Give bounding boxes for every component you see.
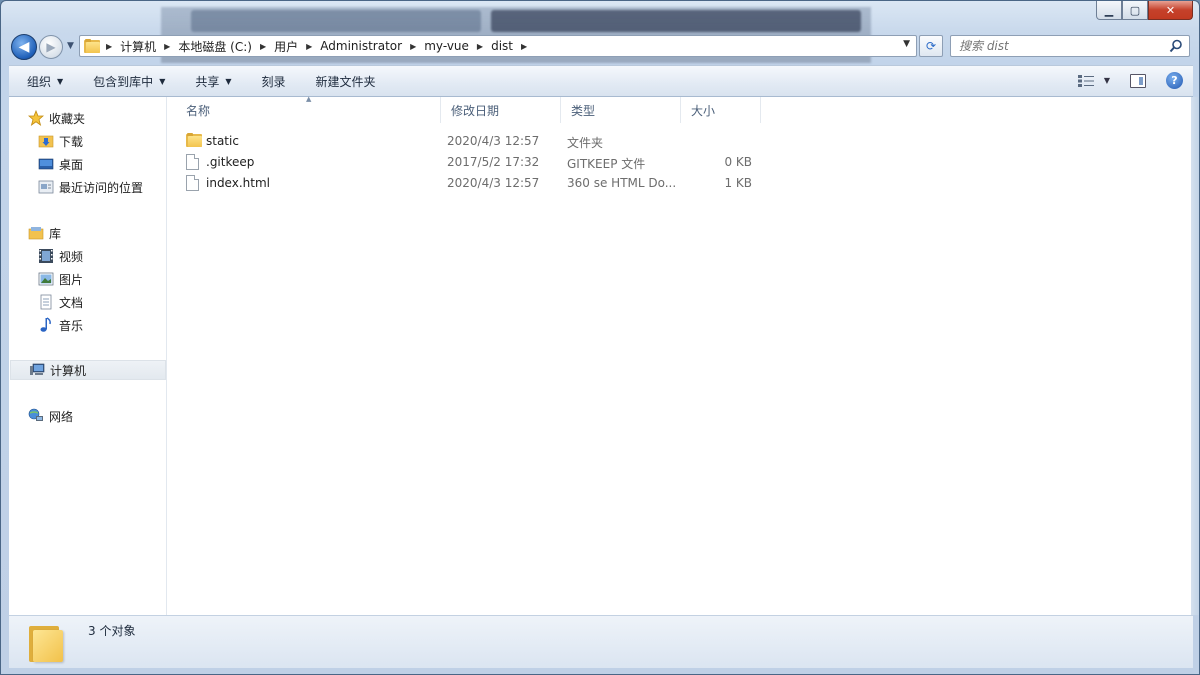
maximize-button[interactable]: ▢ <box>1122 1 1148 20</box>
forward-button[interactable]: ▶ <box>39 35 63 59</box>
close-button[interactable]: ✕ <box>1148 1 1193 20</box>
music-note-icon <box>38 317 54 333</box>
file-name: index.html <box>206 176 270 190</box>
address-bar[interactable]: ▶ 计算机 ▶ 本地磁盘 (C:) ▶ 用户 ▶ Administrator ▶… <box>79 35 917 57</box>
chevron-down-icon[interactable]: ▼ <box>1104 76 1110 85</box>
sidebar-item-music[interactable]: 音乐 <box>38 315 83 335</box>
breadcrumb-separator[interactable]: ▶ <box>513 42 535 51</box>
back-button[interactable]: ◀ <box>11 34 37 60</box>
sidebar-item-libraries[interactable]: 库 <box>28 223 61 243</box>
view-controls: ▼ ? <box>1077 72 1183 89</box>
search-icon[interactable] <box>1169 39 1183 53</box>
breadcrumb-item[interactable]: dist <box>491 39 513 53</box>
organize-menu[interactable]: 组织 ▼ <box>9 73 75 90</box>
picture-icon <box>38 271 54 287</box>
file-type: 360 se HTML Do... <box>567 176 677 190</box>
library-icon <box>28 225 44 241</box>
search-input[interactable] <box>959 39 1159 53</box>
breadcrumb-item[interactable]: Administrator <box>320 39 402 53</box>
command-bar: 组织 ▼ 包含到库中 ▼ 共享 ▼ 刻录 新建文件夹 ▼ ? <box>9 65 1193 97</box>
recent-places-icon <box>38 179 54 195</box>
preview-pane-icon[interactable] <box>1130 73 1146 88</box>
navigation-row: ◀ ▶ ▼ ▶ 计算机 ▶ 本地磁盘 (C:) ▶ 用户 ▶ Administr… <box>1 31 1199 61</box>
help-icon[interactable]: ? <box>1166 72 1183 89</box>
include-in-library-menu[interactable]: 包含到库中 ▼ <box>75 73 177 90</box>
sidebar-item-pictures[interactable]: 图片 <box>38 269 83 289</box>
folder-icon <box>84 39 100 53</box>
file-name: .gitkeep <box>206 155 255 169</box>
window-edge <box>1191 97 1199 615</box>
file-row[interactable]: index.html 2020/4/3 12:57 360 se HTML Do… <box>168 173 768 194</box>
column-header-size[interactable]: 大小 <box>681 97 761 123</box>
change-view-button[interactable]: ▼ <box>1077 74 1110 87</box>
desktop-icon <box>38 156 54 172</box>
file-size: 0 KB <box>724 155 752 169</box>
breadcrumb-separator[interactable]: ▶ <box>252 42 274 51</box>
file-date: 2020/4/3 12:57 <box>447 134 540 148</box>
main-content: 收藏夹 下载 桌面 最近访问的位置 库 视频 图片 文档 音乐 计算机 网络 ▲… <box>9 95 1193 615</box>
search-box[interactable] <box>950 35 1190 57</box>
file-date: 2020/4/3 12:57 <box>447 176 540 190</box>
network-icon <box>28 408 44 424</box>
explorer-window: ▁ ▢ ✕ ◀ ▶ ▼ ▶ 计算机 ▶ 本地磁盘 (C:) ▶ 用户 ▶ Adm… <box>0 0 1200 675</box>
column-header-date[interactable]: 修改日期 <box>441 97 561 123</box>
file-type: GITKEEP 文件 <box>567 157 646 171</box>
file-icon <box>186 175 199 191</box>
share-menu[interactable]: 共享 ▼ <box>177 73 243 90</box>
breadcrumb-item[interactable]: 本地磁盘 (C:) <box>178 38 252 55</box>
chevron-down-icon: ▼ <box>159 76 166 86</box>
minimize-button[interactable]: ▁ <box>1096 1 1122 20</box>
sidebar-item-computer[interactable]: 计算机 <box>10 360 166 380</box>
item-count: 3 个对象 <box>88 624 136 638</box>
folder-icon <box>27 622 65 662</box>
details-pane: 3 个对象 <box>9 615 1193 668</box>
breadcrumb-item[interactable]: my-vue <box>424 39 469 53</box>
document-icon <box>38 294 54 310</box>
breadcrumb-separator[interactable]: ▶ <box>106 42 120 51</box>
recent-pages-dropdown[interactable]: ▼ <box>67 41 74 51</box>
chevron-down-icon: ▼ <box>225 76 232 86</box>
sidebar-item-desktop[interactable]: 桌面 <box>38 154 83 174</box>
video-icon <box>38 248 54 264</box>
breadcrumb-separator[interactable]: ▶ <box>402 42 424 51</box>
address-history-dropdown[interactable]: ▼ <box>903 39 910 49</box>
breadcrumb-separator[interactable]: ▶ <box>156 42 178 51</box>
sidebar-item-favorites[interactable]: 收藏夹 <box>28 108 85 128</box>
computer-icon <box>29 362 45 378</box>
sidebar-item-videos[interactable]: 视频 <box>38 246 83 266</box>
file-row[interactable]: static 2020/4/3 12:57 文件夹 <box>168 131 768 152</box>
breadcrumb-separator[interactable]: ▶ <box>298 42 320 51</box>
download-folder-icon <box>38 133 54 149</box>
column-header-name[interactable]: 名称 <box>176 97 441 123</box>
file-date: 2017/5/2 17:32 <box>447 155 540 169</box>
sidebar-item-network[interactable]: 网络 <box>28 406 73 426</box>
burn-button[interactable]: 刻录 <box>244 73 298 90</box>
view-list-icon <box>1077 74 1094 87</box>
new-folder-button[interactable]: 新建文件夹 <box>298 73 388 90</box>
chevron-down-icon: ▼ <box>57 76 64 86</box>
file-list[interactable]: ▲ 名称 修改日期 类型 大小 static 2020/4/3 12:57 文件… <box>168 95 1193 615</box>
breadcrumb-item[interactable]: 用户 <box>274 38 298 55</box>
file-type: 文件夹 <box>567 136 604 150</box>
file-icon <box>186 154 199 170</box>
window-controls: ▁ ▢ ✕ <box>1096 1 1193 20</box>
navigation-pane[interactable]: 收藏夹 下载 桌面 最近访问的位置 库 视频 图片 文档 音乐 计算机 网络 <box>9 97 167 615</box>
file-name: static <box>206 134 239 148</box>
file-row[interactable]: .gitkeep 2017/5/2 17:32 GITKEEP 文件 0 KB <box>168 152 768 173</box>
column-header-type[interactable]: 类型 <box>561 97 681 123</box>
sidebar-item-downloads[interactable]: 下载 <box>38 131 83 151</box>
file-size: 1 KB <box>724 176 752 190</box>
breadcrumb-item[interactable]: 计算机 <box>120 38 156 55</box>
sidebar-item-documents[interactable]: 文档 <box>38 292 83 312</box>
folder-icon <box>186 133 202 147</box>
title-bar[interactable]: ▁ ▢ ✕ <box>1 1 1199 63</box>
refresh-button[interactable]: ⟳ <box>919 35 943 57</box>
breadcrumb-separator[interactable]: ▶ <box>469 42 491 51</box>
star-icon <box>28 110 44 126</box>
sidebar-item-recent-places[interactable]: 最近访问的位置 <box>38 177 143 197</box>
